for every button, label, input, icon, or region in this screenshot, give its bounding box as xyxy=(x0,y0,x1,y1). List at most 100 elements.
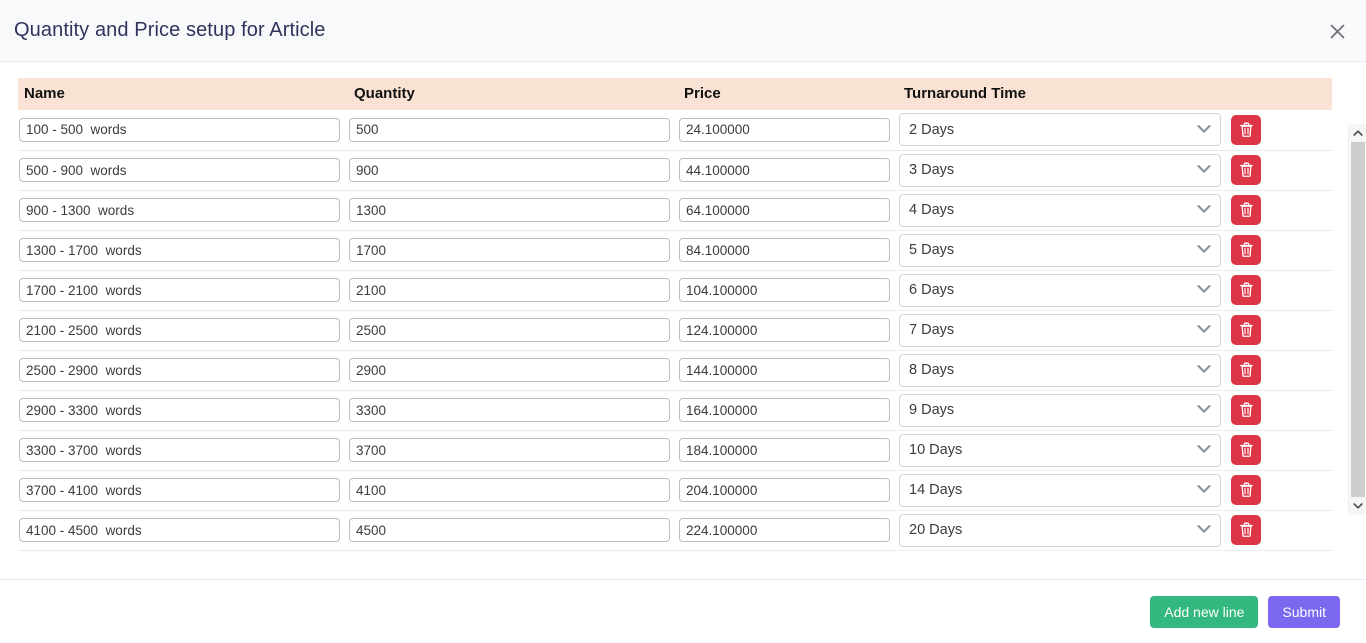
pricing-table: Name Quantity Price Turnaround Time 2 Da… xyxy=(18,78,1332,551)
table-row: 9 Days xyxy=(18,390,1332,431)
price-input[interactable] xyxy=(679,238,890,262)
cell-actions xyxy=(1228,470,1332,511)
delete-row-button[interactable] xyxy=(1231,355,1261,385)
quantity-price-setup-modal: Quantity and Price setup for Article Nam… xyxy=(0,0,1366,643)
table-row: 14 Days xyxy=(18,470,1332,511)
quantity-input[interactable] xyxy=(349,238,670,262)
close-button[interactable] xyxy=(1322,16,1352,46)
scrollbar-thumb[interactable] xyxy=(1350,142,1365,497)
cell-quantity xyxy=(348,390,678,431)
trash-icon xyxy=(1239,162,1254,178)
table-row: 7 Days xyxy=(18,310,1332,351)
cell-price xyxy=(678,310,898,351)
price-input[interactable] xyxy=(679,278,890,302)
name-input[interactable] xyxy=(19,158,340,182)
quantity-input[interactable] xyxy=(349,278,670,302)
turnaround-select[interactable]: 20 Days xyxy=(899,513,1221,547)
delete-row-button[interactable] xyxy=(1231,315,1261,345)
cell-name xyxy=(18,510,348,551)
trash-icon xyxy=(1239,522,1254,538)
delete-row-button[interactable] xyxy=(1231,235,1261,265)
name-input[interactable] xyxy=(19,478,340,502)
delete-row-button[interactable] xyxy=(1231,114,1261,145)
scrollbar-down-button[interactable] xyxy=(1348,497,1366,515)
cell-quantity xyxy=(348,190,678,231)
name-input[interactable] xyxy=(19,318,340,342)
price-input[interactable] xyxy=(679,117,890,142)
column-header-price: Price xyxy=(678,78,898,110)
quantity-input[interactable] xyxy=(349,398,670,422)
quantity-input[interactable] xyxy=(349,358,670,382)
quantity-input[interactable] xyxy=(349,438,670,462)
quantity-input[interactable] xyxy=(349,198,670,222)
turnaround-select[interactable]: 6 Days xyxy=(899,273,1221,307)
cell-turnaround: 5 Days xyxy=(898,230,1228,271)
quantity-input[interactable] xyxy=(349,318,670,342)
price-input[interactable] xyxy=(679,478,890,502)
name-input[interactable] xyxy=(19,518,340,542)
turnaround-select[interactable]: 2 Days xyxy=(899,113,1221,147)
scrollbar-up-button[interactable] xyxy=(1348,124,1366,142)
trash-icon xyxy=(1239,322,1254,338)
price-input[interactable] xyxy=(679,158,890,182)
chevron-down-icon xyxy=(1352,497,1363,515)
cell-turnaround: 2 Days xyxy=(898,110,1228,151)
delete-row-button[interactable] xyxy=(1231,275,1261,305)
name-input[interactable] xyxy=(19,278,340,302)
cell-price xyxy=(678,190,898,231)
turnaround-select[interactable]: 8 Days xyxy=(899,353,1221,387)
turnaround-select[interactable]: 5 Days xyxy=(899,233,1221,267)
price-input[interactable] xyxy=(679,438,890,462)
turnaround-select[interactable]: 4 Days xyxy=(899,193,1221,227)
delete-row-button[interactable] xyxy=(1231,475,1261,505)
cell-price xyxy=(678,110,898,151)
price-input[interactable] xyxy=(679,358,890,382)
price-input[interactable] xyxy=(679,518,890,542)
cell-name xyxy=(18,190,348,231)
cell-turnaround: 8 Days xyxy=(898,350,1228,391)
quantity-input[interactable] xyxy=(349,518,670,542)
price-input[interactable] xyxy=(679,318,890,342)
delete-row-button[interactable] xyxy=(1231,395,1261,425)
name-input[interactable] xyxy=(19,198,340,222)
delete-row-button[interactable] xyxy=(1231,155,1261,185)
cell-price xyxy=(678,430,898,471)
trash-icon xyxy=(1239,282,1254,298)
cell-turnaround: 10 Days xyxy=(898,430,1228,471)
cell-turnaround: 20 Days xyxy=(898,510,1228,551)
cell-actions xyxy=(1228,230,1332,271)
trash-icon xyxy=(1239,242,1254,258)
quantity-input[interactable] xyxy=(349,117,670,142)
turnaround-select[interactable]: 7 Days xyxy=(899,313,1221,347)
turnaround-select[interactable]: 3 Days xyxy=(899,153,1221,187)
name-input[interactable] xyxy=(19,117,340,142)
submit-button[interactable]: Submit xyxy=(1268,595,1340,628)
name-input[interactable] xyxy=(19,238,340,262)
cell-price xyxy=(678,470,898,511)
vertical-scrollbar[interactable] xyxy=(1348,124,1366,515)
cell-turnaround: 6 Days xyxy=(898,270,1228,311)
quantity-input[interactable] xyxy=(349,478,670,502)
turnaround-select[interactable]: 14 Days xyxy=(899,473,1221,507)
turnaround-select[interactable]: 9 Days xyxy=(899,393,1221,427)
turnaround-select[interactable]: 10 Days xyxy=(899,433,1221,467)
name-input[interactable] xyxy=(19,358,340,382)
cell-name xyxy=(18,470,348,511)
add-new-line-button[interactable]: Add new line xyxy=(1150,595,1259,628)
cell-quantity xyxy=(348,230,678,271)
price-input[interactable] xyxy=(679,398,890,422)
price-input[interactable] xyxy=(679,198,890,222)
delete-row-button[interactable] xyxy=(1231,195,1261,225)
scrollbar-track[interactable] xyxy=(1348,142,1366,497)
name-input[interactable] xyxy=(19,398,340,422)
table-row: 6 Days xyxy=(18,270,1332,311)
quantity-input[interactable] xyxy=(349,158,670,182)
trash-icon xyxy=(1239,442,1254,458)
cell-turnaround: 4 Days xyxy=(898,190,1228,231)
cell-actions xyxy=(1228,430,1332,471)
table-row: 10 Days xyxy=(18,430,1332,471)
delete-row-button[interactable] xyxy=(1231,515,1261,545)
delete-row-button[interactable] xyxy=(1231,435,1261,465)
name-input[interactable] xyxy=(19,438,340,462)
cell-price xyxy=(678,510,898,551)
